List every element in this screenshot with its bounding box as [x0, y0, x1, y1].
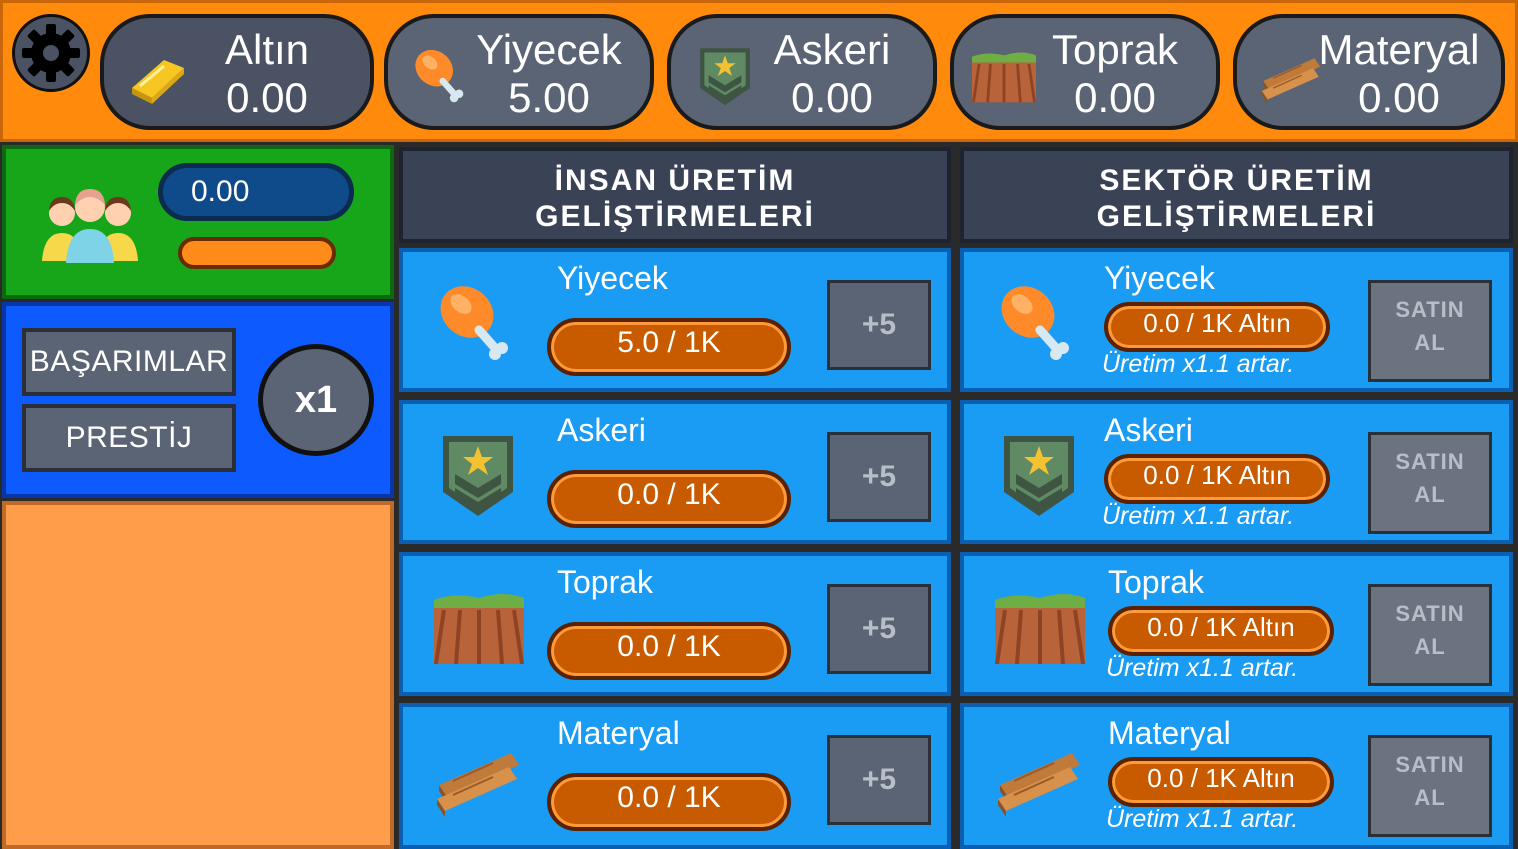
- progress-bar: 0.0 / 1K: [547, 622, 791, 680]
- multiplier-button[interactable]: x1: [258, 344, 374, 456]
- upgrade-note: Üretim x1.1 artar.: [1102, 350, 1295, 378]
- buy-label: AL: [1414, 482, 1446, 507]
- drumstick-icon: [994, 278, 1084, 368]
- buy-button[interactable]: SATIN AL: [1368, 432, 1492, 534]
- resource-name: Yiyecek: [476, 26, 622, 73]
- human-card-material: Materyal 0.0 / 1K +5: [399, 703, 951, 849]
- resource-food: Yiyecek 5.00: [384, 14, 654, 130]
- resource-value: 0.00: [791, 74, 873, 121]
- human-card-military: Askeri 0.0 / 1K +5: [399, 400, 951, 544]
- buy-button[interactable]: SATIN AL: [1368, 584, 1492, 686]
- card-title: Materyal: [1108, 715, 1231, 751]
- header-line: İNSAN ÜRETİM: [554, 164, 796, 197]
- resource-name: Toprak: [1051, 26, 1179, 73]
- resource-name: Askeri: [773, 26, 891, 73]
- military-badge-icon: [433, 430, 523, 520]
- upgrade-note: Üretim x1.1 artar.: [1102, 502, 1295, 530]
- human-card-soil: Toprak 0.0 / 1K +5: [399, 552, 951, 696]
- resource-material: Materyal 0.00: [1233, 14, 1505, 130]
- resource-value: 0.00: [226, 74, 308, 121]
- buy-button[interactable]: SATIN AL: [1368, 280, 1492, 382]
- resource-value: 0.00: [1074, 74, 1156, 121]
- resource-soil: Toprak 0.00: [950, 14, 1220, 130]
- plus-five-button[interactable]: +5: [827, 735, 931, 825]
- progress-bar: 0.0 / 1K Altın: [1104, 302, 1330, 352]
- card-title: Yiyecek: [1104, 260, 1215, 296]
- buy-label: AL: [1414, 330, 1446, 355]
- buy-label: AL: [1414, 785, 1446, 810]
- military-badge-icon: [994, 430, 1084, 520]
- buy-label: SATIN: [1395, 752, 1465, 777]
- progress-bar: 0.0 / 1K: [547, 773, 791, 831]
- resource-name: Materyal: [1318, 26, 1480, 73]
- progress-bar: 5.0 / 1K: [547, 318, 791, 376]
- header-line: SEKTÖR ÜRETİM: [1099, 164, 1374, 197]
- header-line: GELİŞTİRMELERİ: [1096, 200, 1377, 233]
- prestige-button[interactable]: PRESTİJ: [22, 404, 236, 472]
- soil-icon: [429, 582, 529, 672]
- progress-bar: 0.0 / 1K Altın: [1108, 757, 1334, 807]
- wood-planks-icon: [994, 733, 1084, 823]
- upgrade-note: Üretim x1.1 artar.: [1106, 654, 1299, 682]
- buy-button[interactable]: SATIN AL: [1368, 735, 1492, 837]
- resource-military: Askeri 0.00: [667, 14, 937, 130]
- buy-label: SATIN: [1395, 449, 1465, 474]
- card-title: Askeri: [1104, 412, 1193, 448]
- plus-five-button[interactable]: +5: [827, 280, 931, 370]
- plus-five-button[interactable]: +5: [827, 584, 931, 674]
- resource-name: Altın: [224, 26, 310, 73]
- buy-label: SATIN: [1395, 601, 1465, 626]
- achievements-button[interactable]: BAŞARIMLAR: [22, 328, 236, 396]
- settings-button[interactable]: [12, 14, 90, 92]
- gear-icon: [22, 24, 80, 82]
- progress-bar: 0.0 / 1K Altın: [1108, 606, 1334, 656]
- resource-value: 5.00: [508, 74, 590, 121]
- card-title: Toprak: [557, 564, 654, 600]
- sector-card-material: Materyal 0.0 / 1K Altın Üretim x1.1 arta…: [960, 703, 1513, 849]
- sector-card-military: Askeri 0.0 / 1K Altın Üretim x1.1 artar.…: [960, 400, 1513, 544]
- card-title: Askeri: [557, 412, 646, 448]
- drumstick-icon: [433, 278, 523, 368]
- resource-gold: Altın 0.00: [100, 14, 374, 130]
- sector-card-soil: Toprak 0.0 / 1K Altın Üretim x1.1 artar.…: [960, 552, 1513, 696]
- buy-label: AL: [1414, 634, 1446, 659]
- card-title: Toprak: [1108, 564, 1205, 600]
- progress-bar: 0.0 / 1K Altın: [1104, 454, 1330, 504]
- plus-five-button[interactable]: +5: [827, 432, 931, 522]
- progress-bar: 0.0 / 1K: [547, 470, 791, 528]
- wood-planks-icon: [433, 733, 523, 823]
- human-card-food: Yiyecek 5.0 / 1K +5: [399, 248, 951, 392]
- card-title: Yiyecek: [557, 260, 668, 296]
- resource-value: 0.00: [1358, 74, 1440, 121]
- upgrade-note: Üretim x1.1 artar.: [1106, 805, 1299, 833]
- population-value: 0.00: [158, 163, 354, 221]
- people-group-icon: [42, 189, 138, 263]
- soil-icon: [990, 582, 1090, 672]
- empty-panel: [2, 501, 394, 849]
- card-title: Materyal: [557, 715, 680, 751]
- sector-upgrades-header: SEKTÖR ÜRETİM GELİŞTİRMELERİ: [960, 147, 1513, 243]
- sector-card-food: Yiyecek 0.0 / 1K Altın Üretim x1.1 artar…: [960, 248, 1513, 392]
- population-progress-bar: [178, 237, 336, 269]
- human-upgrades-header: İNSAN ÜRETİM GELİŞTİRMELERİ: [399, 147, 951, 243]
- buy-label: SATIN: [1395, 297, 1465, 322]
- header-line: GELİŞTİRMELERİ: [535, 200, 815, 233]
